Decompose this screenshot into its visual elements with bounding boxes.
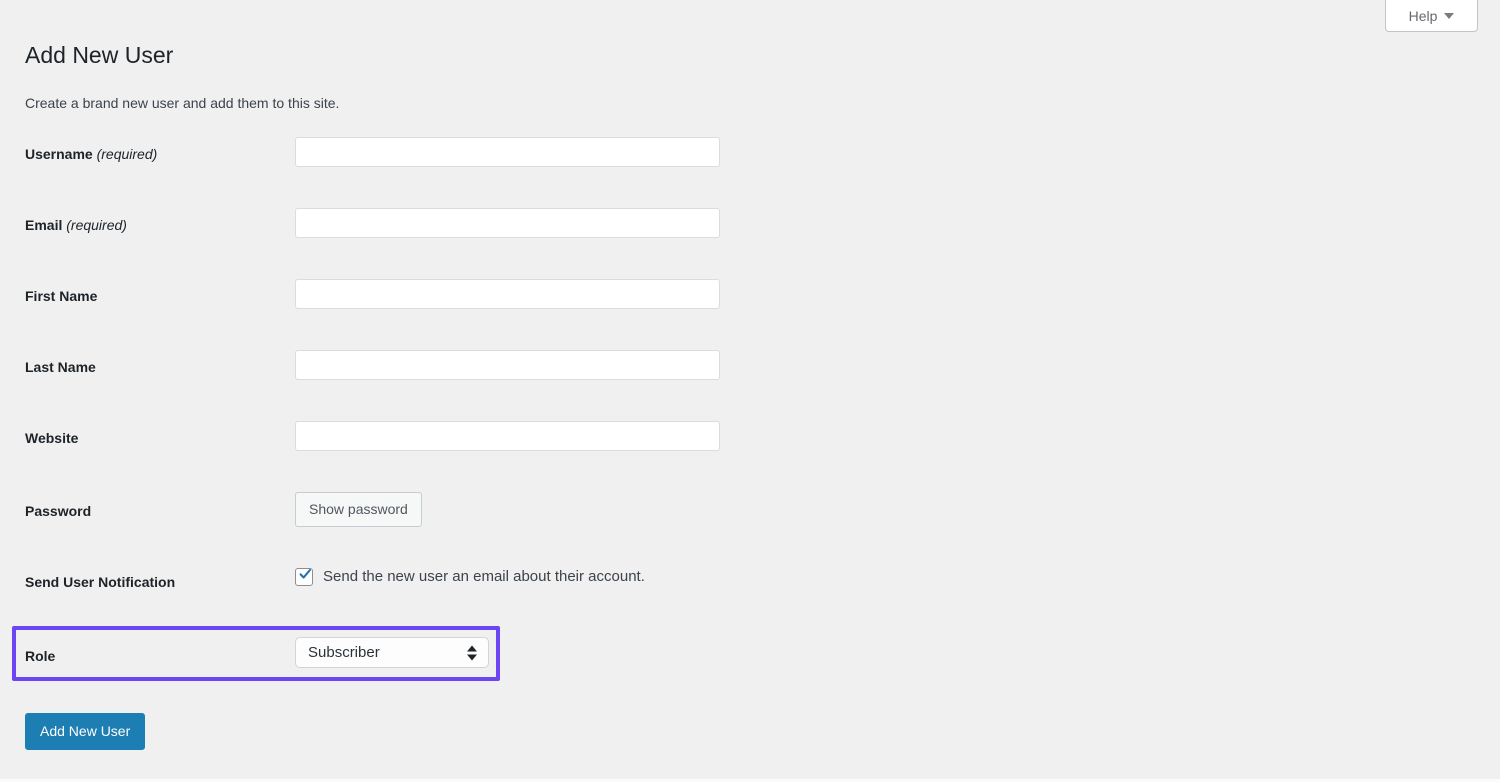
arrow-up-icon: [467, 645, 477, 651]
website-input[interactable]: [295, 421, 720, 451]
send-notification-label[interactable]: Send the new user an email about their a…: [323, 567, 645, 587]
page-title: Add New User: [25, 42, 174, 69]
field-website: [295, 421, 720, 451]
email-input[interactable]: [295, 208, 720, 238]
add-new-user-button[interactable]: Add New User: [25, 713, 146, 750]
form-row-password: Password Show password: [0, 487, 1500, 558]
username-input[interactable]: [295, 137, 720, 167]
field-role: Subscriber: [295, 637, 489, 668]
label-last-name: Last Name: [25, 359, 96, 375]
field-last-name: [295, 350, 720, 380]
field-username: [295, 137, 720, 167]
add-new-user-form: Username (required) Email (required) Fir…: [0, 132, 1500, 700]
checkmark-icon: [299, 568, 311, 579]
form-row-role: Role Subscriber: [0, 626, 1500, 700]
show-password-button[interactable]: Show password: [295, 492, 422, 527]
label-password: Password: [25, 503, 92, 519]
role-select[interactable]: Subscriber: [295, 637, 489, 668]
submit-area: Add New User: [25, 713, 146, 750]
label-role: Role: [25, 648, 56, 664]
first-name-input[interactable]: [295, 279, 720, 309]
form-row-send-user-notification: Send User Notification Send the new user…: [0, 558, 1500, 629]
arrow-down-icon: [467, 654, 477, 660]
label-website: Website: [25, 430, 79, 446]
form-row-website: Website: [0, 416, 1500, 487]
label-username: Username (required): [25, 146, 158, 162]
page-description: Create a brand new user and add them to …: [25, 95, 340, 111]
field-first-name: [295, 279, 720, 309]
field-email: [295, 208, 720, 238]
form-row-first-name: First Name: [0, 274, 1500, 345]
chevron-down-icon: [1444, 12, 1455, 19]
last-name-input[interactable]: [295, 350, 720, 380]
role-select-value: Subscriber: [308, 644, 380, 661]
help-label: Help: [1408, 7, 1438, 24]
label-send-user-notification: Send User Notification: [25, 574, 176, 590]
stepper-arrows-icon: [467, 645, 477, 660]
help-button[interactable]: Help: [1385, 0, 1478, 32]
field-send-user-notification: Send the new user an email about their a…: [295, 567, 645, 587]
form-row-email: Email (required): [0, 203, 1500, 274]
send-notification-checkbox[interactable]: [295, 568, 313, 586]
form-row-last-name: Last Name: [0, 345, 1500, 416]
label-email: Email (required): [25, 217, 127, 233]
field-password: Show password: [295, 492, 422, 527]
label-first-name: First Name: [25, 288, 98, 304]
form-row-username: Username (required): [0, 132, 1500, 203]
